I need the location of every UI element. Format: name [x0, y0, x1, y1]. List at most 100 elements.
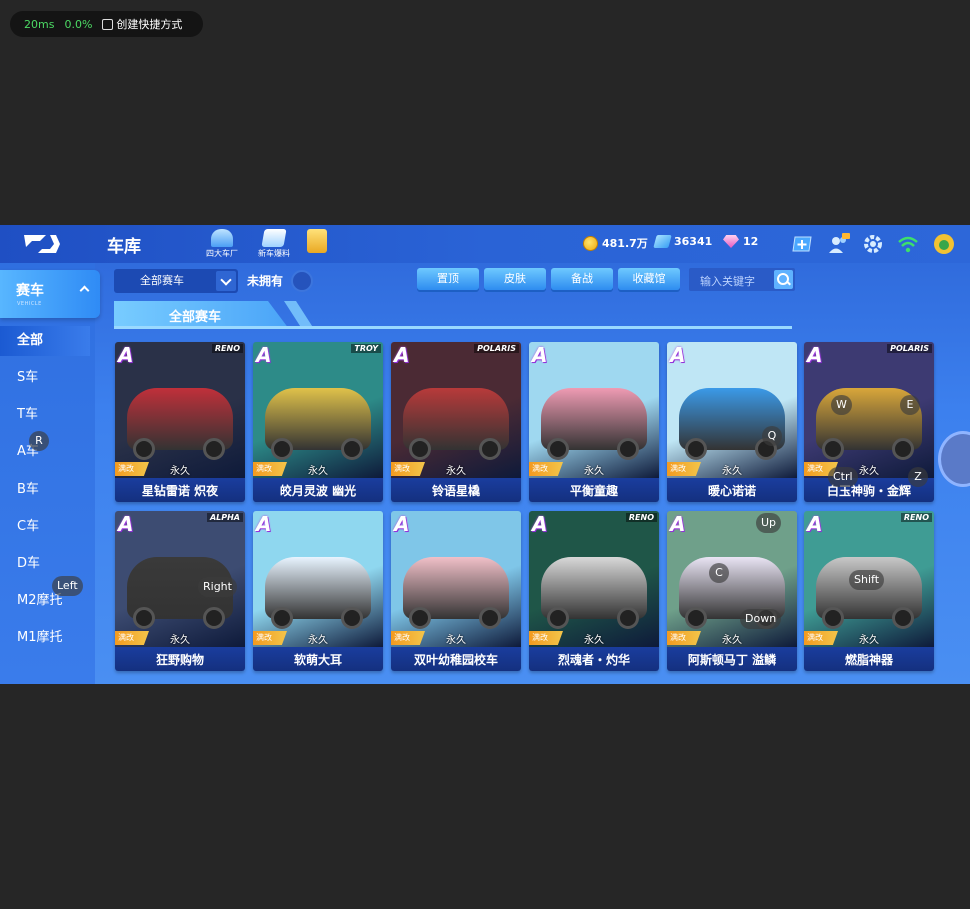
car-wheel — [617, 607, 639, 629]
car-wheel — [822, 607, 844, 629]
ping-readout: 20ms — [24, 17, 55, 31]
car-card[interactable]: A RENO 满改 永久 燃脂神器 — [804, 511, 934, 671]
sidebar-item-b[interactable]: B车 — [0, 475, 90, 505]
car-wheel — [822, 438, 844, 460]
duration-label: 永久 — [584, 466, 604, 477]
grade-badge: A — [256, 343, 272, 367]
chevron-up-icon — [79, 285, 90, 296]
filter-select-value: 全部赛车 — [140, 274, 184, 287]
grade-badge: A — [670, 343, 686, 367]
car-card[interactable]: A 满改 永久 软萌大耳 — [253, 511, 383, 671]
car-wheel — [617, 438, 639, 460]
four-factories-label: 四大车厂 — [206, 249, 238, 258]
page-title: 车库 — [107, 237, 141, 257]
sidebar-item-c[interactable]: C车 — [0, 512, 90, 542]
duration-label: 永久 — [308, 635, 328, 646]
car-wheel — [271, 607, 293, 629]
diamond-counter: 36341 — [653, 235, 712, 248]
sidebar-item-m1[interactable]: M1摩托 — [0, 623, 90, 653]
max-mod-badge: 满改 — [391, 631, 425, 645]
brand-logo: TROY — [351, 344, 381, 353]
brand-logo: POLARIS — [474, 344, 519, 353]
search-icon[interactable] — [774, 270, 793, 289]
create-shortcut-label: 创建快捷方式 — [116, 18, 183, 31]
sidebar-title: 赛车 — [16, 283, 44, 299]
sidebar-item-s[interactable]: S车 — [0, 363, 90, 393]
game-logo-icon — [24, 235, 60, 253]
car-filter-select[interactable]: 全部赛车 — [114, 269, 238, 293]
key-hint-r: R — [29, 431, 49, 451]
car-wheel — [341, 438, 363, 460]
new-car-news-button[interactable]: 新车爆料 — [254, 229, 294, 259]
car-wheel — [685, 438, 707, 460]
wifi-signal-icon — [898, 236, 918, 253]
car-wheel — [409, 607, 431, 629]
car-wheel — [479, 438, 501, 460]
car-card[interactable]: A POLARIS 满改 永久 铃语星橇 — [391, 342, 521, 502]
gold-value: 481.7万 — [602, 237, 648, 250]
section-divider — [114, 326, 792, 329]
car-name: 软萌大耳 — [293, 653, 342, 667]
sidebar-item-t[interactable]: T车 — [0, 400, 90, 430]
key-hint-right: Right — [198, 577, 237, 597]
friends-icon[interactable] — [828, 233, 850, 255]
tab-collection[interactable]: 收藏馆 — [618, 268, 680, 290]
max-mod-badge: 满改 — [804, 631, 838, 645]
grade-badge: A — [807, 512, 823, 536]
car-card[interactable]: A 满改 永久 阿斯顿马丁 溢鳞 — [667, 511, 797, 671]
car-wheel — [547, 438, 569, 460]
car-wheel — [133, 438, 155, 460]
car-card[interactable]: A 满改 永久 双叶幼稚园校车 — [391, 511, 521, 671]
duration-label: 永久 — [170, 466, 190, 477]
car-wheel — [685, 607, 707, 629]
gift-icon — [307, 229, 327, 253]
gift-button[interactable] — [297, 229, 337, 259]
car-name: 双叶幼稚园校车 — [413, 653, 498, 667]
create-shortcut-button[interactable]: 创建快捷方式 — [102, 16, 182, 32]
car-name: 阿斯顿马丁 溢鳞 — [687, 653, 777, 667]
sidebar-item-d[interactable]: D车 — [0, 549, 90, 579]
duration-label: 永久 — [446, 466, 466, 477]
factory-icon — [211, 229, 233, 247]
car-card[interactable]: A 满改 永久 平衡童趣 — [529, 342, 659, 502]
avatar[interactable] — [933, 233, 955, 255]
sidebar-header-vehicle[interactable]: 赛车 VEHICLE — [0, 270, 100, 318]
search-placeholder: 输入关键字 — [700, 275, 755, 288]
car-card[interactable]: A 满改 永久 暖心诺诺 — [667, 342, 797, 502]
car-card[interactable]: A RENO 满改 永久 烈魂者・灼华 — [529, 511, 659, 671]
key-hint-e: E — [900, 395, 920, 415]
shortcut-icon — [102, 18, 114, 30]
car-wheel — [409, 438, 431, 460]
car-name: 皎月灵波 幽光 — [279, 484, 357, 498]
duration-label: 永久 — [859, 466, 879, 477]
tab-ready[interactable]: 备战 — [551, 268, 613, 290]
max-mod-badge: 满改 — [253, 462, 287, 476]
car-card[interactable]: A TROY 满改 永久 皎月灵波 幽光 — [253, 342, 383, 502]
sidebar-item-all[interactable]: 全部 — [0, 326, 90, 356]
tab-pin-top[interactable]: 置顶 — [417, 268, 479, 290]
car-card[interactable]: A RENO 满改 永久 星钻雷诺 炽夜 — [115, 342, 245, 502]
max-mod-badge: 满改 — [115, 631, 149, 645]
grade-badge: A — [807, 343, 823, 367]
brand-logo: RENO — [900, 513, 932, 522]
diamond-icon — [653, 235, 672, 248]
four-factories-button[interactable]: 四大车厂 — [202, 229, 242, 259]
car-wheel — [892, 607, 914, 629]
recharge-plus-icon[interactable] — [791, 233, 813, 255]
side-action-button[interactable] — [938, 431, 970, 487]
max-mod-badge: 满改 — [529, 631, 563, 645]
max-mod-badge: 满改 — [667, 631, 701, 645]
car-wheel — [271, 438, 293, 460]
car-wheel — [479, 607, 501, 629]
key-hint-w: W — [831, 395, 852, 415]
key-hint-up: Up — [756, 513, 782, 533]
new-car-news-label: 新车爆料 — [258, 249, 290, 258]
tab-skins[interactable]: 皮肤 — [484, 268, 546, 290]
key-hint-ctrl: Ctrl — [828, 467, 858, 487]
car-wheel — [341, 607, 363, 629]
sidebar-subtitle: VEHICLE — [17, 301, 42, 307]
settings-gear-icon[interactable] — [862, 233, 884, 255]
grade-badge: A — [394, 343, 410, 367]
unowned-toggle[interactable] — [291, 270, 313, 292]
search-input[interactable]: 输入关键字 — [689, 268, 795, 291]
